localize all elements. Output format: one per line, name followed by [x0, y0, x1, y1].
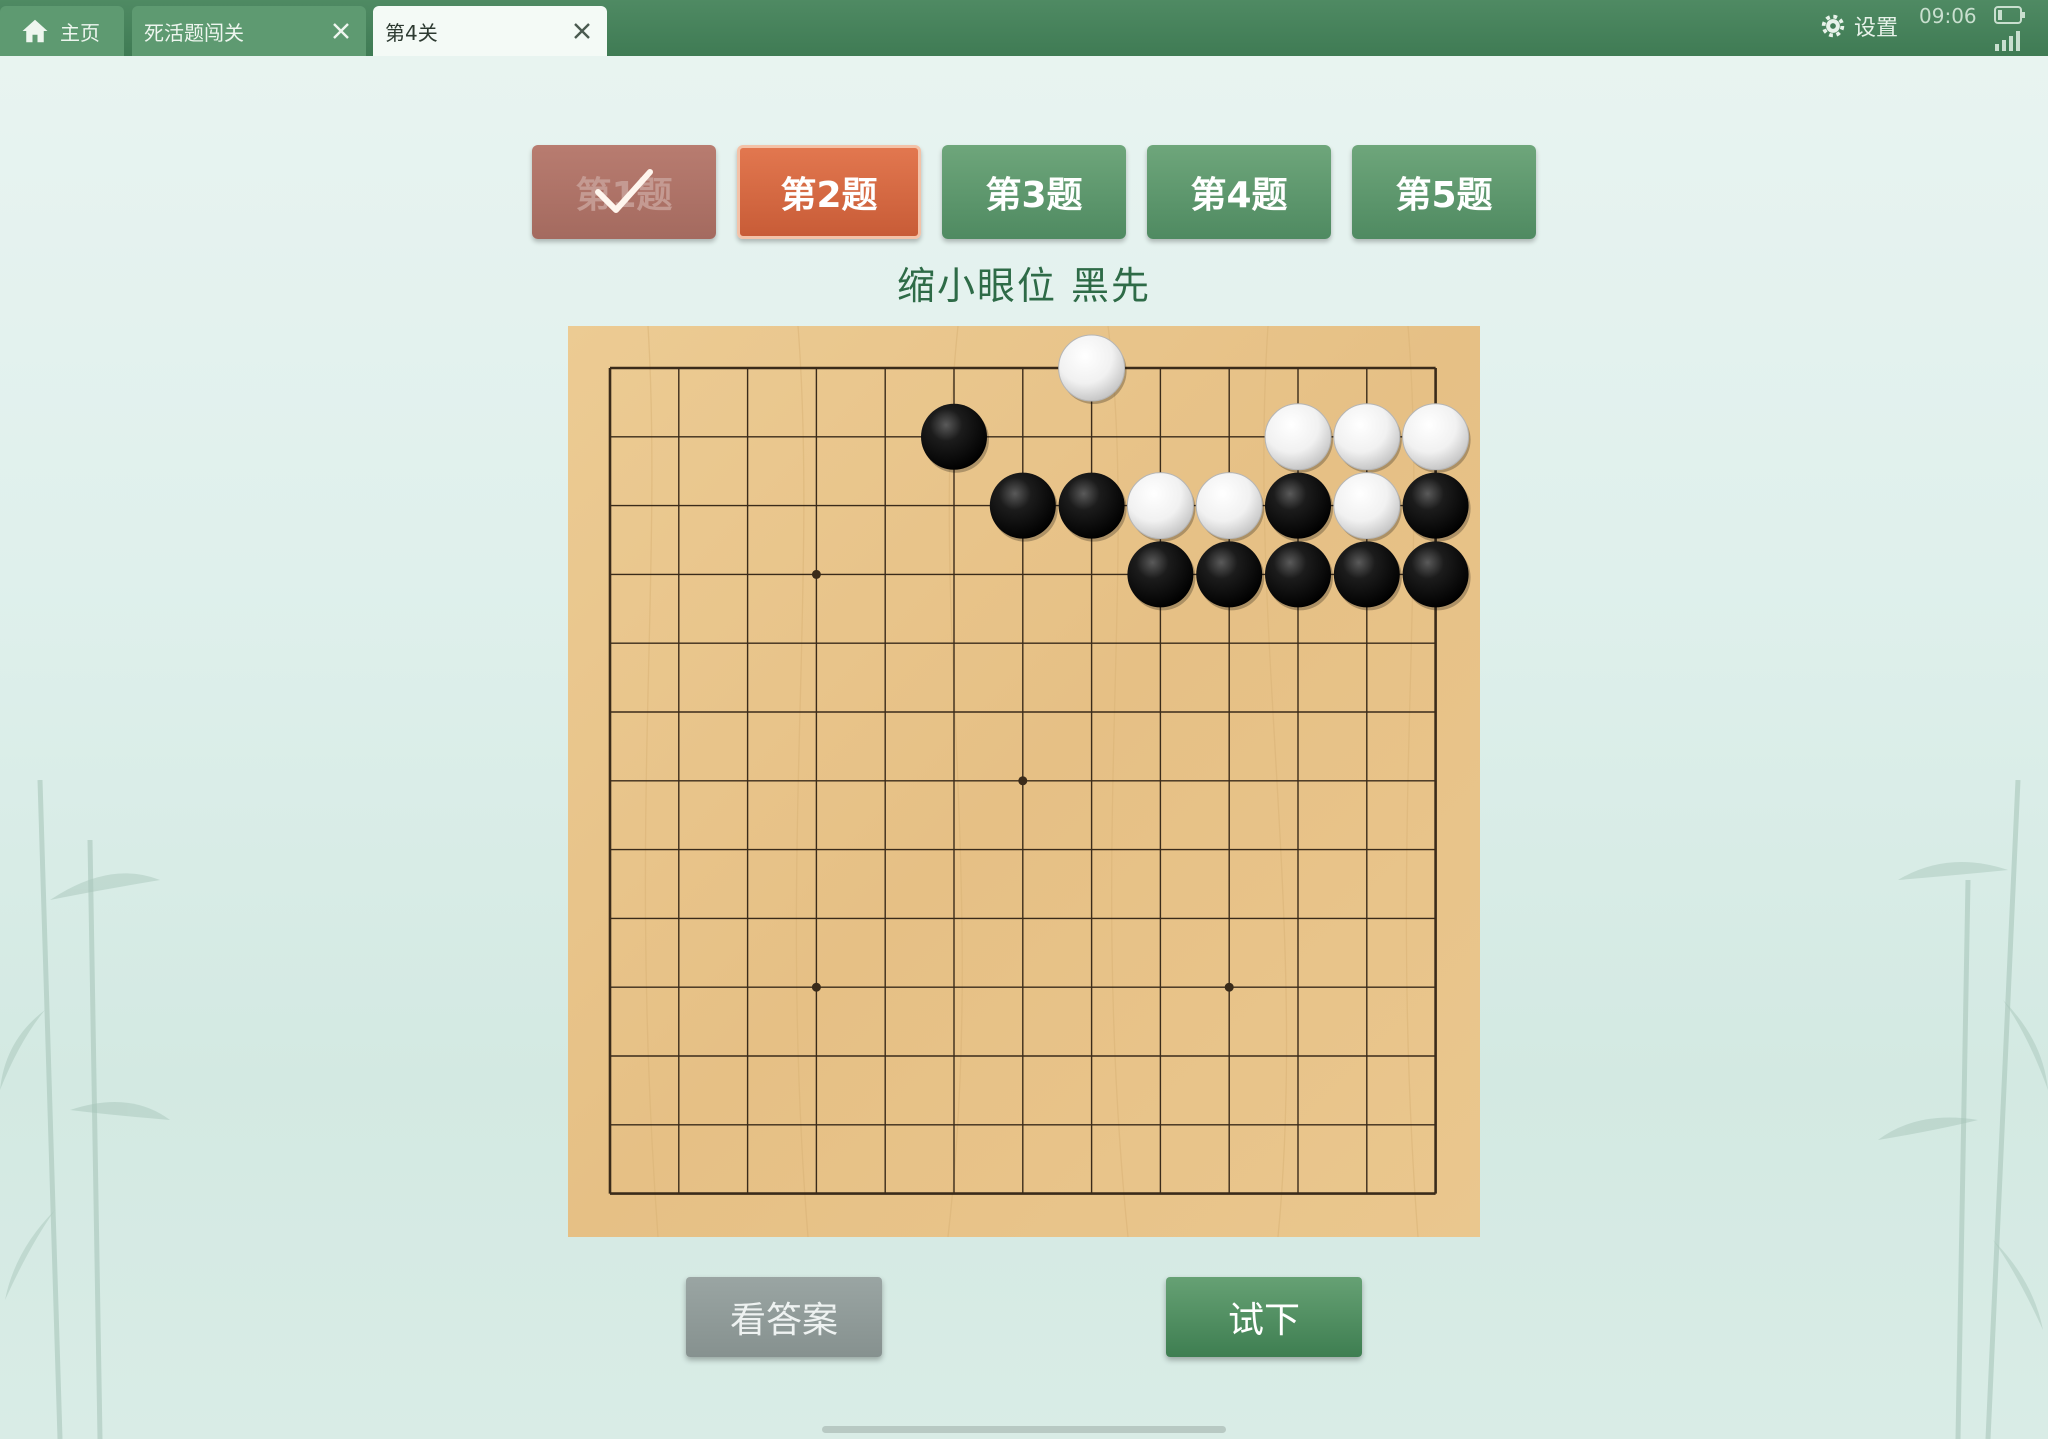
checkmark-icon	[595, 169, 653, 213]
star-point	[811, 569, 821, 579]
problem-2-button[interactable]: 第2题	[737, 145, 921, 239]
tab-level-label: 第4关	[385, 20, 438, 45]
tab-home[interactable]: 主页	[0, 6, 124, 56]
problem-4-button[interactable]: 第4题	[1147, 145, 1331, 239]
bamboo-decoration-right	[1878, 780, 2048, 1439]
home-icon	[22, 19, 48, 43]
home-indicator	[822, 1426, 1226, 1433]
white-stone	[1333, 403, 1401, 471]
black-stone	[1402, 472, 1469, 539]
white-stone	[1195, 472, 1263, 540]
problem-3-label: 第3题	[985, 175, 1083, 216]
black-stone	[1127, 541, 1194, 608]
star-point	[1018, 776, 1028, 786]
white-stone	[1402, 403, 1470, 471]
gear-icon	[1821, 14, 1845, 38]
status-clock: 09:06	[1919, 4, 1977, 28]
black-stone	[1402, 541, 1469, 608]
settings-label: 设置	[1853, 16, 1898, 41]
problem-4-label: 第4题	[1190, 175, 1288, 216]
go-board[interactable]	[568, 326, 1480, 1237]
black-stone	[1333, 541, 1400, 608]
top-bar: 主页 死活题闯关 第4关 设置 09:06	[0, 0, 2048, 56]
tab-deadlife-label: 死活题闯关	[144, 20, 244, 45]
problem-5-button[interactable]: 第5题	[1352, 145, 1536, 239]
black-stone	[1058, 472, 1125, 539]
tab-home-label: 主页	[60, 20, 100, 45]
battery-icon	[1994, 6, 2025, 24]
signal-icon	[1995, 31, 2020, 51]
black-stone	[989, 472, 1056, 539]
white-stone	[1126, 472, 1194, 540]
star-point	[1224, 982, 1234, 992]
problem-2-label: 第2题	[780, 175, 878, 216]
problem-1-button[interactable]: 第1题	[532, 145, 716, 239]
tab-level-4[interactable]: 第4关	[373, 6, 607, 56]
star-point	[811, 982, 821, 992]
problem-description: 缩小眼位 黑先	[896, 264, 1152, 308]
settings-button[interactable]: 设置	[1818, 10, 1898, 42]
white-stone	[1264, 403, 1332, 471]
problem-3-button[interactable]: 第3题	[942, 145, 1126, 239]
bamboo-decoration-left	[0, 780, 170, 1439]
view-answer-button[interactable]: 看答案	[686, 1277, 882, 1357]
try-button[interactable]: 试下	[1166, 1277, 1362, 1357]
black-stone	[1196, 541, 1263, 608]
problem-5-label: 第5题	[1395, 175, 1493, 216]
white-stone	[1058, 334, 1126, 402]
close-icon[interactable]	[328, 18, 354, 44]
black-stone	[1265, 472, 1331, 539]
black-stone	[921, 403, 987, 470]
black-stone	[1265, 541, 1331, 608]
tab-deadlife-challenge[interactable]: 死活题闯关	[132, 6, 366, 56]
close-icon[interactable]	[569, 18, 595, 44]
white-stone	[1333, 472, 1401, 540]
